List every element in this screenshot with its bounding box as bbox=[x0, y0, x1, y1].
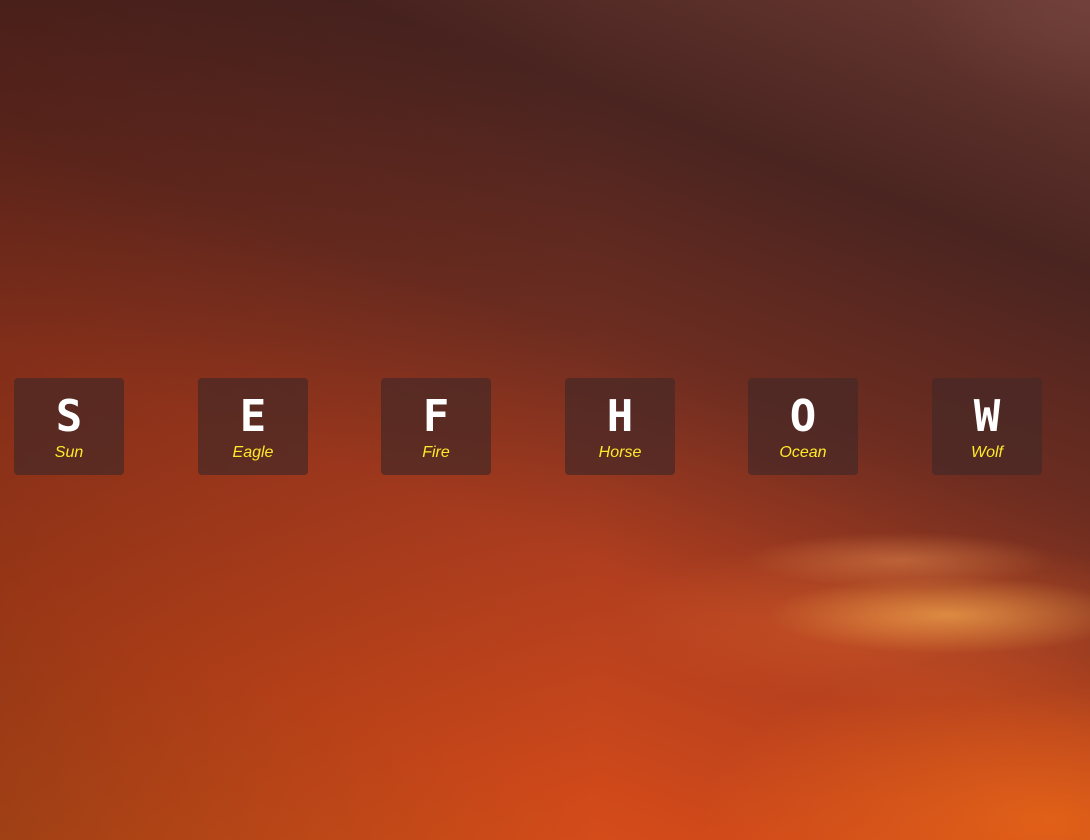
sunset-background: S Sun E Eagle F Fire H Horse O Ocean W W… bbox=[0, 0, 1090, 840]
tile-letter: O bbox=[789, 391, 817, 442]
tile-word: Fire bbox=[422, 444, 450, 461]
letter-tile-wolf[interactable]: W Wolf bbox=[932, 378, 1042, 475]
tile-letter: E bbox=[239, 391, 267, 442]
tile-letter: S bbox=[55, 391, 83, 442]
tile-letter: H bbox=[606, 391, 634, 442]
tile-word: Sun bbox=[54, 444, 84, 461]
letter-tile-row: S Sun E Eagle F Fire H Horse O Ocean W W… bbox=[14, 378, 1042, 475]
tile-word: Ocean bbox=[779, 444, 827, 461]
tile-word: Eagle bbox=[232, 444, 274, 461]
letter-tile-horse[interactable]: H Horse bbox=[565, 378, 675, 475]
tile-word: Wolf bbox=[971, 444, 1003, 461]
letter-tile-ocean[interactable]: O Ocean bbox=[748, 378, 858, 475]
tile-letter: F bbox=[422, 391, 450, 442]
tile-word: Horse bbox=[598, 444, 642, 461]
tile-letter: W bbox=[973, 391, 1001, 442]
letter-tile-fire[interactable]: F Fire bbox=[381, 378, 491, 475]
letter-tile-sun[interactable]: S Sun bbox=[14, 378, 124, 475]
letter-tile-eagle[interactable]: E Eagle bbox=[198, 378, 308, 475]
